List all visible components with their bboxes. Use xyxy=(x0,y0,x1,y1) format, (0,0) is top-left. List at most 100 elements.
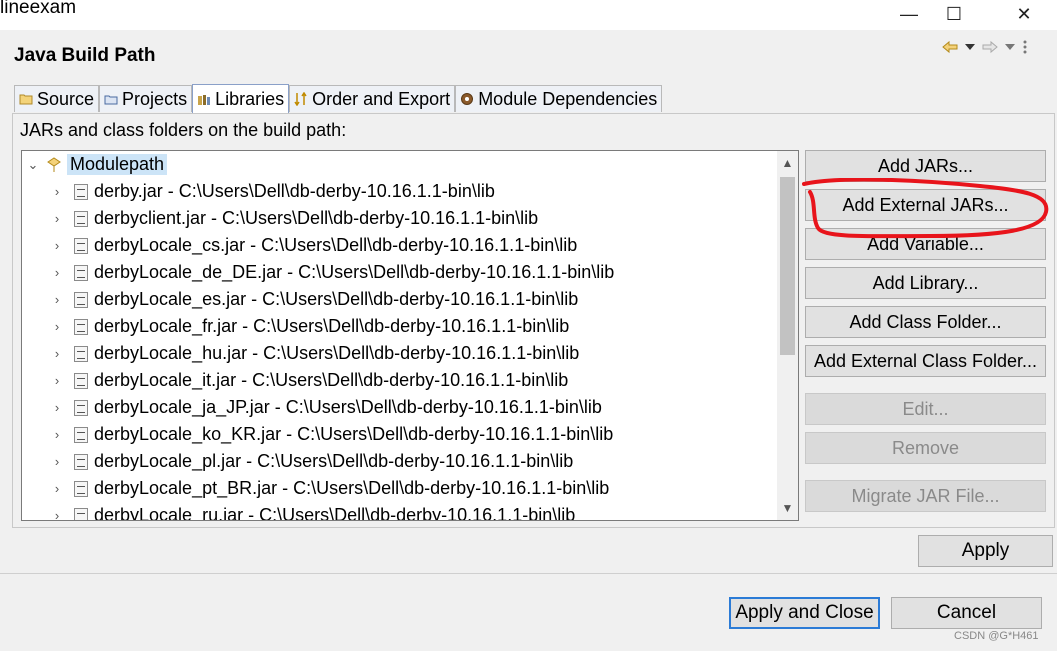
jar-icon xyxy=(74,507,88,520)
jar-icon xyxy=(74,264,88,281)
scroll-up-icon[interactable]: ▲ xyxy=(777,156,798,170)
jar-icon xyxy=(74,210,88,227)
jar-icon xyxy=(74,453,88,470)
tab-order-export-label: Order and Export xyxy=(312,88,451,109)
jar-label: derbyLocale_pl.jar - C:\Users\Dell\db-de… xyxy=(94,451,574,471)
cancel-button[interactable]: Cancel xyxy=(891,597,1042,629)
maximize-button[interactable]: ☐ xyxy=(931,0,977,28)
add-external-class-folder-button[interactable]: Add External Class Folder... xyxy=(805,345,1046,377)
history-nav xyxy=(942,40,1028,54)
chevron-right-icon[interactable]: › xyxy=(50,184,64,199)
apply-and-close-button[interactable]: Apply and Close xyxy=(729,597,880,629)
remove-button[interactable]: Remove xyxy=(805,432,1046,464)
apply-button[interactable]: Apply xyxy=(918,535,1053,567)
jar-icon xyxy=(74,480,88,497)
tree-row[interactable]: › derbyLocale_ru.jar - C:\Users\Dell\db-d… xyxy=(50,502,798,521)
jar-label: derbyLocale_hu.jar - C:\Users\Dell\db-de… xyxy=(94,343,580,363)
order-export-icon xyxy=(294,92,307,106)
red-circle-annotation xyxy=(802,178,1049,239)
tree-row[interactable]: › derbyclient.jar - C:\Users\Dell\db-derb… xyxy=(50,205,798,232)
close-button[interactable]: ✕ xyxy=(1001,0,1047,28)
chevron-right-icon[interactable]: › xyxy=(50,211,64,226)
jar-label: derbyLocale_es.jar - C:\Users\Dell\db-de… xyxy=(94,289,579,309)
build-path-label: JARs and class folders on the build path… xyxy=(20,120,347,140)
build-path-tree[interactable]: ⌄ Modulepath › derby.jar - C:\Users\Dell\… xyxy=(21,150,799,521)
window-title: lineexam xyxy=(0,0,77,18)
window-titlebar: lineexam — ☐ ✕ xyxy=(0,0,1057,30)
tree-row[interactable]: › derbyLocale_pl.jar - C:\Users\Dell\db-d… xyxy=(50,448,798,475)
jar-icon xyxy=(74,345,88,362)
jar-icon xyxy=(74,426,88,443)
chevron-right-icon[interactable]: › xyxy=(50,400,64,415)
libraries-icon xyxy=(198,94,211,105)
chevron-right-icon[interactable]: › xyxy=(50,481,64,496)
tab-libraries[interactable]: Libraries xyxy=(192,84,290,114)
scrollbar-thumb[interactable] xyxy=(780,177,795,355)
jar-label: derbyclient.jar - C:\Users\Dell\db-derby… xyxy=(94,208,539,228)
edit-button[interactable]: Edit... xyxy=(805,393,1046,425)
chevron-right-icon[interactable]: › xyxy=(50,508,64,520)
tab-order-export[interactable]: Order and Export xyxy=(289,85,456,112)
chevron-right-icon[interactable]: › xyxy=(50,265,64,280)
jar-label: derbyLocale_ja_JP.jar - C:\Users\Dell\db… xyxy=(94,397,602,417)
jar-label: derbyLocale_it.jar - C:\Users\Dell\db-de… xyxy=(94,370,569,390)
modulepath-icon xyxy=(47,156,61,172)
tab-projects[interactable]: Projects xyxy=(99,85,193,112)
tree-node-modulepath[interactable]: ⌄ Modulepath xyxy=(26,151,776,178)
tab-projects-label: Projects xyxy=(122,88,188,109)
add-class-folder-button[interactable]: Add Class Folder... xyxy=(805,306,1046,338)
chevron-right-icon[interactable]: › xyxy=(50,427,64,442)
forward-dropdown-icon[interactable] xyxy=(1004,43,1016,51)
chevron-right-icon[interactable]: › xyxy=(50,292,64,307)
jar-label: derbyLocale_ru.jar - C:\Users\Dell\db-de… xyxy=(94,505,576,521)
jar-icon xyxy=(74,399,88,416)
tab-module-dependencies-label: Module Dependencies xyxy=(478,88,658,109)
chevron-right-icon[interactable]: › xyxy=(50,319,64,334)
jar-icon xyxy=(74,372,88,389)
tree-row[interactable]: › derbyLocale_es.jar - C:\Users\Dell\db-d… xyxy=(50,286,798,313)
jar-icon xyxy=(74,183,88,200)
jar-icon xyxy=(74,291,88,308)
watermark-text: CSDN @G*H461 xyxy=(954,630,1039,642)
chevron-right-icon[interactable]: › xyxy=(50,346,64,361)
tree-node-label: Modulepath xyxy=(67,154,168,175)
source-folder-icon xyxy=(19,94,33,105)
vertical-scrollbar[interactable]: ▲ ▼ xyxy=(777,151,798,520)
chevron-right-icon[interactable]: › xyxy=(50,373,64,388)
projects-icon xyxy=(104,95,118,105)
tab-source[interactable]: Source xyxy=(14,85,100,112)
chevron-down-icon[interactable]: ⌄ xyxy=(26,157,40,173)
tree-row[interactable]: › derbyLocale_it.jar - C:\Users\Dell\db-d… xyxy=(50,367,798,394)
tree-row[interactable]: › derby.jar - C:\Users\Dell\db-derby-10.1… xyxy=(50,178,798,205)
jar-label: derby.jar - C:\Users\Dell\db-derby-10.16… xyxy=(94,181,495,201)
page-title: Java Build Path xyxy=(14,45,156,66)
tree-row[interactable]: › derbyLocale_pt_BR.jar - C:\Users\Dell\d… xyxy=(50,475,798,502)
back-arrow-icon[interactable] xyxy=(942,40,958,54)
tab-strip: Source Projects Libraries Order and Expo… xyxy=(14,84,663,114)
back-dropdown-icon[interactable] xyxy=(964,43,976,51)
tree-row[interactable]: › derbyLocale_hu.jar - C:\Users\Dell\db-d… xyxy=(50,340,798,367)
tab-module-dependencies[interactable]: Module Dependencies xyxy=(455,85,663,112)
tree-row[interactable]: › derbyLocale_ko_KR.jar - C:\Users\Dell\d… xyxy=(50,421,798,448)
chevron-right-icon[interactable]: › xyxy=(50,454,64,469)
jar-icon xyxy=(74,237,88,254)
jar-label: derbyLocale_cs.jar - C:\Users\Dell\db-de… xyxy=(94,235,578,255)
add-library-button[interactable]: Add Library... xyxy=(805,267,1046,299)
migrate-jar-button[interactable]: Migrate JAR File... xyxy=(805,480,1046,512)
tree-row[interactable]: › derbyLocale_ja_JP.jar - C:\Users\Dell\d… xyxy=(50,394,798,421)
tab-libraries-label: Libraries xyxy=(215,89,285,109)
tree-row[interactable]: › derbyLocale_de_DE.jar - C:\Users\Dell\d… xyxy=(50,259,798,286)
tree-row[interactable]: › derbyLocale_cs.jar - C:\Users\Dell\db-d… xyxy=(50,232,798,259)
tree-row[interactable]: › derbyLocale_fr.jar - C:\Users\Dell\db-d… xyxy=(50,313,798,340)
jar-label: derbyLocale_pt_BR.jar - C:\Users\Dell\db… xyxy=(94,478,610,498)
jar-label: derbyLocale_ko_KR.jar - C:\Users\Dell\db… xyxy=(94,424,614,444)
module-icon xyxy=(461,93,474,105)
footer-separator xyxy=(0,573,1057,574)
forward-arrow-icon[interactable] xyxy=(982,40,998,54)
minimize-button[interactable]: — xyxy=(886,0,932,28)
more-icon[interactable] xyxy=(1022,40,1028,54)
jar-label: derbyLocale_fr.jar - C:\Users\Dell\db-de… xyxy=(94,316,570,336)
jar-icon xyxy=(74,318,88,335)
chevron-right-icon[interactable]: › xyxy=(50,238,64,253)
scroll-down-icon[interactable]: ▼ xyxy=(777,501,798,515)
